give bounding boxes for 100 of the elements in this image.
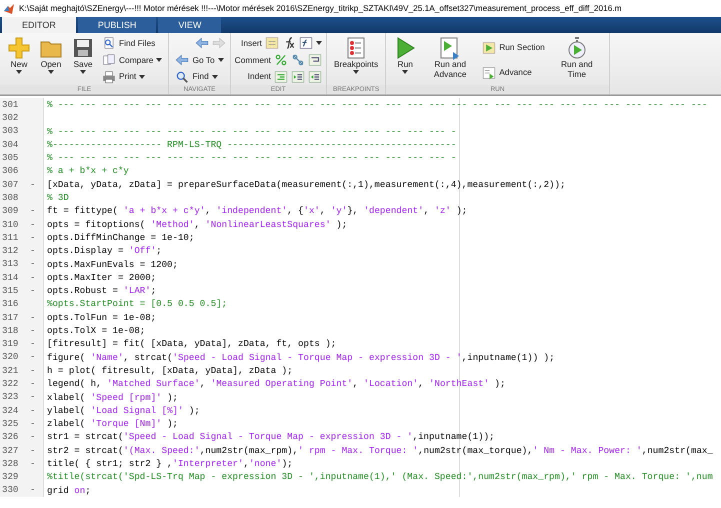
code-line: h = plot( fitresult, [xData, yData], zData ); [47,364,294,378]
code-line: % --- --- --- --- --- --- --- --- --- --- --- --- --- --- --- --- --- --- - [47,151,458,164]
toolbar-button[interactable]: Advance [480,64,547,80]
code-line: [xData, yData, zData] = prepareSurfaceData(measurement(:,1),measurement(:,4),measurement(:,2)); [47,178,566,192]
ribbon-button[interactable]: Breakpoints [330,35,382,85]
breakpoint-marker[interactable]: - [30,444,36,458]
line-number: 302 [1,111,20,125]
code-line: ft = fittype( 'a + b*x + c*y', 'independent', {'x', 'y'}, 'dependent', 'z' ); [47,204,468,218]
line-number: 301 [1,98,20,112]
ribbon-button[interactable]: Save [68,35,98,85]
line-number: 312 [1,244,20,258]
breakpoint-marker[interactable]: - [30,377,36,391]
line-number: 304 [1,138,20,152]
run-section-icon [482,40,496,54]
section-icon[interactable] [264,36,279,50]
line-number: 324 [1,404,20,418]
code-line: xlabel( 'Speed [rpm]' ); [47,390,179,404]
line-number: 308 [1,190,20,205]
documents-icon [102,52,116,67]
line-number: 317 [1,310,20,324]
toolbar-button[interactable]: Find Files [100,35,164,52]
breakpoint-marker[interactable]: - [30,430,36,444]
ribbon-button[interactable]: Run [390,35,420,85]
breakpoint-marker[interactable]: - [30,270,36,284]
code-line: % 3D [47,191,70,204]
line-number: 330 [1,483,20,498]
code-line: legend( h, 'Matched Surface', 'Measured Operating Point', 'Location', 'NorthEast' ); [47,377,506,391]
breakpoint-marker[interactable]: - [30,337,36,351]
breakpoint-marker[interactable]: - [30,324,36,338]
line-number: 328 [1,456,20,470]
line-number: 309 [1,204,20,218]
toolbar-button[interactable]: Print [100,68,164,85]
code-line: %title(strcat('Spd-LS-Trq Map - expression 3D - ',inputname(1),' (Max. Speed:',num2str(max_rpm),' rpm - Max. Torque: ',num [47,470,714,484]
line-number: 314 [1,270,20,284]
breakpoint-marker[interactable]: - [30,404,36,418]
code-line: opts.DiffMinChange = 1e-10; [47,230,196,244]
line-number: 322 [1,377,20,391]
line-number: 316 [1,297,20,311]
line-number: 307 [1,178,20,192]
breakpoint-marker[interactable]: - [30,310,36,324]
code-line: opts.MaxFunEvals = 1200; [47,258,179,271]
code-line: figure( 'Name', strcat('Speed - Load Signal - Torque Map - expression 3D - ',inputname(1)) ); [47,350,556,364]
code-line: str1 = strcat('Speed - Load Signal - Torque Map - expression 3D - ',inputname(1)); [47,430,496,444]
line-number: 303 [1,124,20,138]
line-number: 320 [1,350,20,364]
toolbar-label: Insert [241,37,262,50]
ribbon-tab[interactable]: VIEW [158,17,222,33]
ribbon-tab[interactable]: EDITOR [2,17,76,33]
breakpoint-marker[interactable]: - [30,230,36,244]
breakpoint-marker[interactable]: - [30,456,36,470]
document-search-icon [102,36,116,50]
code-line: opts.TolFun = 1e-08; [47,310,158,324]
code-line: opts = fitoptions( 'Method', 'NonlinearLeastSquares' ); [47,218,348,231]
code-line: ylabel( 'Load Signal [%]' ); [47,404,201,418]
line-number: 325 [1,416,20,431]
breakpoint-marker[interactable]: - [30,257,36,272]
ribbon-button[interactable]: Open [36,35,66,85]
code-line: str2 = strcat('(Max. Speed:',num2str(max_rpm),' rpm - Max. Torque: ',num2str(max_torque),' Nm - Max. Power: ',num2str(max_ [47,444,714,458]
breakpoint-marker[interactable]: - [30,350,36,364]
window-title: K:\Saját meghajtó\SZEnergy\---!!! Motor mérések !!!---\Motor mérések 2016\SZEnergy_titrikp_SZTAKI\49V_25.1A_offset327\measurement_process_eff_diff_2016.m [19,2,622,15]
breakpoint-marker[interactable]: - [30,364,36,378]
toolbar-button[interactable]: Find [173,68,226,85]
line-number: 315 [1,284,20,298]
breakpoint-marker[interactable]: - [30,284,36,298]
toolbar-button[interactable]: Compare [100,52,164,68]
line-number: 305 [1,151,20,165]
line-number: 321 [1,364,20,378]
go-to-arrow-icon [175,52,190,67]
ribbon-button[interactable]: New [4,35,34,85]
back-arrow-icon[interactable] [194,36,209,50]
ribbon-button[interactable]: Run and Advance [422,35,478,85]
function-icon[interactable] [298,36,313,50]
breakpoint-marker[interactable]: - [30,416,36,431]
line-number: 323 [1,390,20,404]
decrease-indent-icon[interactable] [308,70,322,84]
line-number: 310 [1,218,20,232]
code-line: %opts.StartPoint = [0.5 0.5 0.5]; [47,297,228,311]
code-line: zlabel( 'Torque [Nm]' ); [47,417,179,430]
indent-icon[interactable] [274,70,288,84]
toolbar-button[interactable]: Go To [173,52,226,68]
line-number: 319 [1,337,20,351]
breakpoint-marker[interactable]: - [30,218,36,232]
code-line: % --- --- --- --- --- --- --- --- --- --- --- --- --- --- --- --- --- --- --- --- --- --- --- --- --- --- --- --- --- --- [47,98,708,112]
line-number: 329 [1,470,20,484]
increase-indent-icon[interactable] [290,70,305,84]
toolbar-button[interactable]: Run Section [480,40,547,56]
breakpoint-marker[interactable]: - [30,244,36,258]
breakpoint-marker[interactable]: - [30,204,36,218]
code-line: opts.TolX = 1e-08; [47,324,146,338]
advance-icon [482,66,496,80]
ribbon-tab[interactable]: PUBLISH [78,17,156,33]
ribbon-button[interactable]: Run and Time [548,35,605,85]
line-number: 326 [1,430,20,444]
breakpoint-marker[interactable]: - [30,483,36,498]
line-number: 318 [1,324,20,338]
code-line: grid on; [47,484,92,497]
code-line: % --- --- --- --- --- --- --- --- --- --- --- --- --- --- --- --- --- --- - [47,124,458,138]
code-line: opts.MaxIter = 2000; [47,270,158,284]
breakpoint-marker[interactable]: - [30,178,36,192]
breakpoint-marker[interactable]: - [30,390,36,404]
